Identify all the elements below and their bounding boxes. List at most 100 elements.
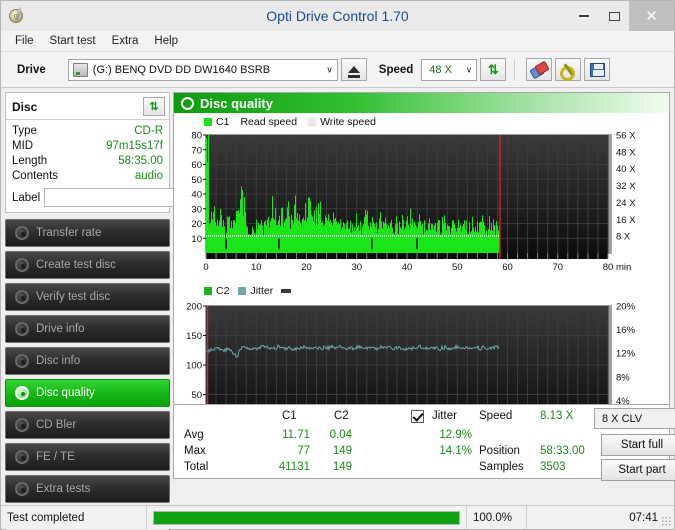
disc-row-key: Length [12, 155, 48, 167]
save-button[interactable] [584, 58, 611, 81]
start-part-button[interactable]: Start part [601, 459, 675, 481]
stats-max-jitter: 14.1% [439, 445, 472, 457]
drive-icon [72, 62, 88, 77]
svg-text:80: 80 [603, 262, 614, 273]
erase-button[interactable] [526, 58, 553, 81]
maximize-button[interactable] [599, 1, 629, 31]
disc-row-length: Length 58:35.00 [12, 154, 163, 169]
svg-text:32 X: 32 X [616, 181, 636, 192]
svg-text:12%: 12% [616, 349, 636, 360]
disc-row-type: Type CD-R [12, 124, 163, 139]
stats-row-avg-label: Avg [184, 429, 204, 441]
svg-text:30: 30 [191, 204, 202, 215]
svg-text:16%: 16% [616, 325, 636, 336]
refresh-icon: ⇅ [487, 62, 499, 77]
sidebar-item-fe-te[interactable]: FE / TE [5, 443, 170, 471]
jitter-checkbox[interactable] [411, 410, 424, 423]
progress-bar [147, 505, 467, 530]
disc-icon [15, 418, 29, 432]
legend-swatch-write-speed [308, 118, 317, 126]
legend-label-c2: C2 [216, 285, 230, 297]
sidebar-item-label: Transfer rate [36, 227, 102, 239]
sidebar-item-label: Verify test disc [36, 291, 111, 303]
sidebar-item-disc-quality[interactable]: Disc quality [5, 379, 170, 407]
minimize-button[interactable] [569, 1, 599, 31]
chart-panel-header: Disc quality [174, 93, 669, 113]
svg-text:60: 60 [191, 160, 202, 171]
disc-row-key: MID [12, 140, 34, 152]
disc-refresh-button[interactable]: ⇅ [143, 97, 165, 116]
sidebar-item-disc-info[interactable]: Disc info [5, 347, 170, 375]
stats-col-jitter: Jitter [432, 410, 457, 422]
sidebar-item-label: FE / TE [36, 451, 75, 463]
write-mode-select[interactable]: 8 X CLV ∨ [594, 408, 675, 429]
drive-toolbar: Drive (G:) BENQ DVD DD DW1640 BSRB ∨ Spe… [1, 52, 674, 88]
svg-text:48 X: 48 X [616, 147, 636, 158]
stats-samples-value: 3503 [540, 461, 566, 473]
svg-text:50: 50 [452, 262, 463, 273]
close-button[interactable]: ✕ [629, 1, 674, 31]
svg-text:8%: 8% [616, 372, 630, 383]
tools-icon [560, 63, 576, 81]
sidebar-item-label: Drive info [36, 323, 85, 335]
menu-item-file[interactable]: File [7, 33, 42, 49]
status-message: Test completed [1, 505, 147, 530]
chevron-down-icon: ∨ [326, 64, 333, 74]
drive-select-value: (G:) BENQ DVD DD DW1640 BSRB [92, 63, 271, 76]
sidebar-item-create-test-disc[interactable]: Create test disc [5, 251, 170, 279]
sidebar-item-label: Disc info [36, 355, 81, 367]
resize-grip-icon[interactable] [661, 516, 671, 526]
legend-label-jitter: Jitter [250, 285, 274, 297]
disc-icon [15, 322, 29, 336]
charts-area: C1 Read speed Write speed 10 20 30 40 50 60 70… [174, 113, 669, 444]
svg-text:20: 20 [301, 262, 312, 273]
stats-col-c2: C2 [334, 410, 349, 422]
chevron-down-icon: ∨ [465, 64, 473, 74]
svg-text:100: 100 [186, 361, 202, 372]
sidebar-item-verify-test-disc[interactable]: Verify test disc [5, 283, 170, 311]
stats-avg-c1: 11.71 [282, 429, 310, 441]
stats-speed-value: 8.13 X [540, 410, 574, 422]
stats-samples-label: Samples [479, 461, 524, 473]
disc-row-value: audio [134, 170, 163, 182]
sidebar-item-transfer-rate[interactable]: Transfer rate [5, 219, 170, 247]
svg-text:150: 150 [186, 331, 202, 342]
chart2-legend: C2 Jitter [204, 285, 292, 297]
svg-text:70: 70 [552, 262, 563, 273]
svg-text:50: 50 [191, 390, 202, 401]
disc-row-value: 97m15s17f [106, 140, 163, 152]
svg-text:40: 40 [402, 262, 413, 273]
disc-row-mid: MID 97m15s17f [12, 139, 163, 154]
menu-item-extra[interactable]: Extra [104, 33, 147, 49]
disc-icon [15, 258, 29, 272]
sidebar-item-cd-bler[interactable]: CD Bler [5, 411, 170, 439]
drive-label: Drive [17, 63, 46, 76]
sidebar-item-drive-info[interactable]: Drive info [5, 315, 170, 343]
refresh-icon: ⇅ [149, 101, 159, 113]
tools-button[interactable] [555, 58, 582, 81]
svg-text:16 X: 16 X [616, 215, 636, 226]
menu-item-start-test[interactable]: Start test [42, 33, 104, 49]
write-mode-value: 8 X CLV [602, 412, 643, 425]
disc-panel-title: Disc [12, 99, 38, 114]
eject-button[interactable] [340, 58, 367, 81]
svg-text:20: 20 [191, 219, 202, 230]
svg-text:200: 200 [186, 302, 202, 313]
legend-swatch-c2 [204, 287, 212, 295]
refresh-button[interactable]: ⇅ [480, 58, 507, 81]
drive-select[interactable]: (G:) BENQ DVD DD DW1640 BSRB ∨ [67, 58, 338, 81]
disc-row-key: Type [12, 125, 37, 137]
save-icon [589, 62, 605, 77]
svg-text:10: 10 [251, 262, 262, 273]
app-window: Opti Drive Control 1.70 ✕ File Start tes… [0, 0, 675, 530]
legend-marker-icon [281, 289, 292, 293]
disc-info-rows: Type CD-R MID 97m15s17f Length 58:35.00 … [6, 120, 248, 212]
svg-text:min: min [616, 262, 631, 273]
speed-select[interactable]: 48 X ∨ [421, 58, 478, 81]
stats-total-c1: 41131 [278, 461, 310, 473]
menu-item-help[interactable]: Help [146, 33, 186, 49]
disc-row-contents: Contents audio [12, 169, 163, 184]
disc-icon [15, 290, 29, 304]
start-full-button[interactable]: Start full [601, 434, 675, 456]
sidebar-item-extra-tests[interactable]: Extra tests [5, 475, 170, 503]
